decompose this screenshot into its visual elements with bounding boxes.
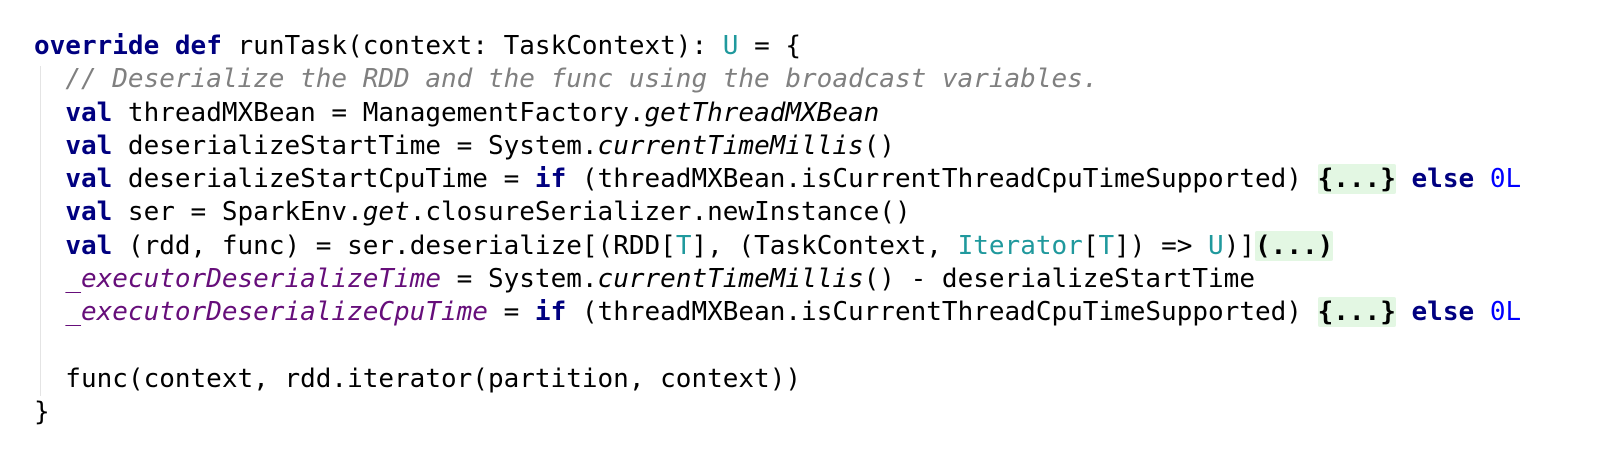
code-text: runTask(context: TaskContext): [221,31,723,61]
code-text: (threadMXBean.isCurrentThreadCpuTimeSupp… [566,297,1318,328]
method-token: getThreadMXBean [644,97,880,128]
keyword-token: override [34,31,160,61]
code-line: val (rdd, func) = ser.deserialize[(RDD[T… [34,230,1521,263]
code-line: val deserializeStartTime = System.curren… [34,130,1521,163]
code-block: override def runTask(context: TaskContex… [34,30,1521,430]
keyword-token: val [65,130,113,161]
method-token: currentTimeMillis [597,130,864,161]
code-text: ]) => [1114,230,1209,261]
keyword-token: if [534,297,567,328]
keyword-token: if [534,164,567,195]
code-line: _executorDeserializeTime = System.curren… [34,263,1521,296]
code-editor[interactable]: override def runTask(context: TaskContex… [0,0,1606,462]
type-token: U [722,31,739,61]
code-text: () [863,130,895,161]
keyword-token: else [1411,164,1475,195]
keyword-token: val [65,164,113,195]
type-token: T [675,230,692,261]
field-token: _executorDeserializeTime [65,264,441,295]
keyword-token: val [65,230,113,261]
type-token: T [1098,230,1115,261]
code-text: = System. [441,264,598,295]
code-text: (rdd, func) = ser.deserialize[(RDD[ [112,230,676,261]
number-literal: 0L [1489,297,1522,328]
folded-code-region[interactable]: {...} [1317,297,1396,328]
keyword-token: val [65,97,113,128]
code-text: } [34,397,50,428]
type-token: Iterator [957,230,1083,261]
type-token: U [1208,230,1224,261]
code-text: () - deserializeStartTime [863,264,1255,295]
code-line: } [34,396,1521,429]
keyword-token: else [1411,297,1475,328]
code-text: )] [1223,230,1256,261]
code-line: _executorDeserializeCpuTime = if (thread… [34,296,1521,329]
code-line: val deserializeStartCpuTime = if (thread… [34,163,1521,196]
code-text: = [487,297,535,328]
keyword-token: val [65,197,113,228]
code-text: deserializeStartTime = System. [112,130,598,161]
method-token: get [362,197,410,228]
code-text: threadMXBean = ManagementFactory. [112,97,645,128]
code-line: val threadMXBean = ManagementFactory.get… [34,97,1521,130]
comment-token: // Deserialize the RDD and the func usin… [65,64,1099,95]
keyword-token: def [174,31,222,61]
code-text: .closureSerializer.newInstance() [409,197,911,228]
code-text: ser = SparkEnv. [112,197,363,228]
code-text: func(context, rdd.iterator(partition, co… [34,363,802,394]
field-token: _executorDeserializeCpuTime [65,297,488,328]
code-text: [ [1082,230,1099,261]
code-line: override def runTask(context: TaskContex… [34,30,1521,63]
code-text: ], (TaskContext, [691,230,958,261]
number-literal: 0L [1489,164,1522,195]
code-text: deserializeStartCpuTime = [112,164,535,195]
code-text: (threadMXBean.isCurrentThreadCpuTimeSupp… [566,164,1318,195]
code-line: val ser = SparkEnv.get.closureSerializer… [34,196,1521,229]
code-line: func(context, rdd.iterator(partition, co… [34,363,1521,396]
code-text: = { [738,31,802,61]
code-line: // Deserialize the RDD and the func usin… [34,63,1521,96]
folded-code-region[interactable]: {...} [1317,164,1396,195]
method-token: currentTimeMillis [597,264,864,295]
folded-code-region[interactable]: (...) [1255,230,1334,261]
